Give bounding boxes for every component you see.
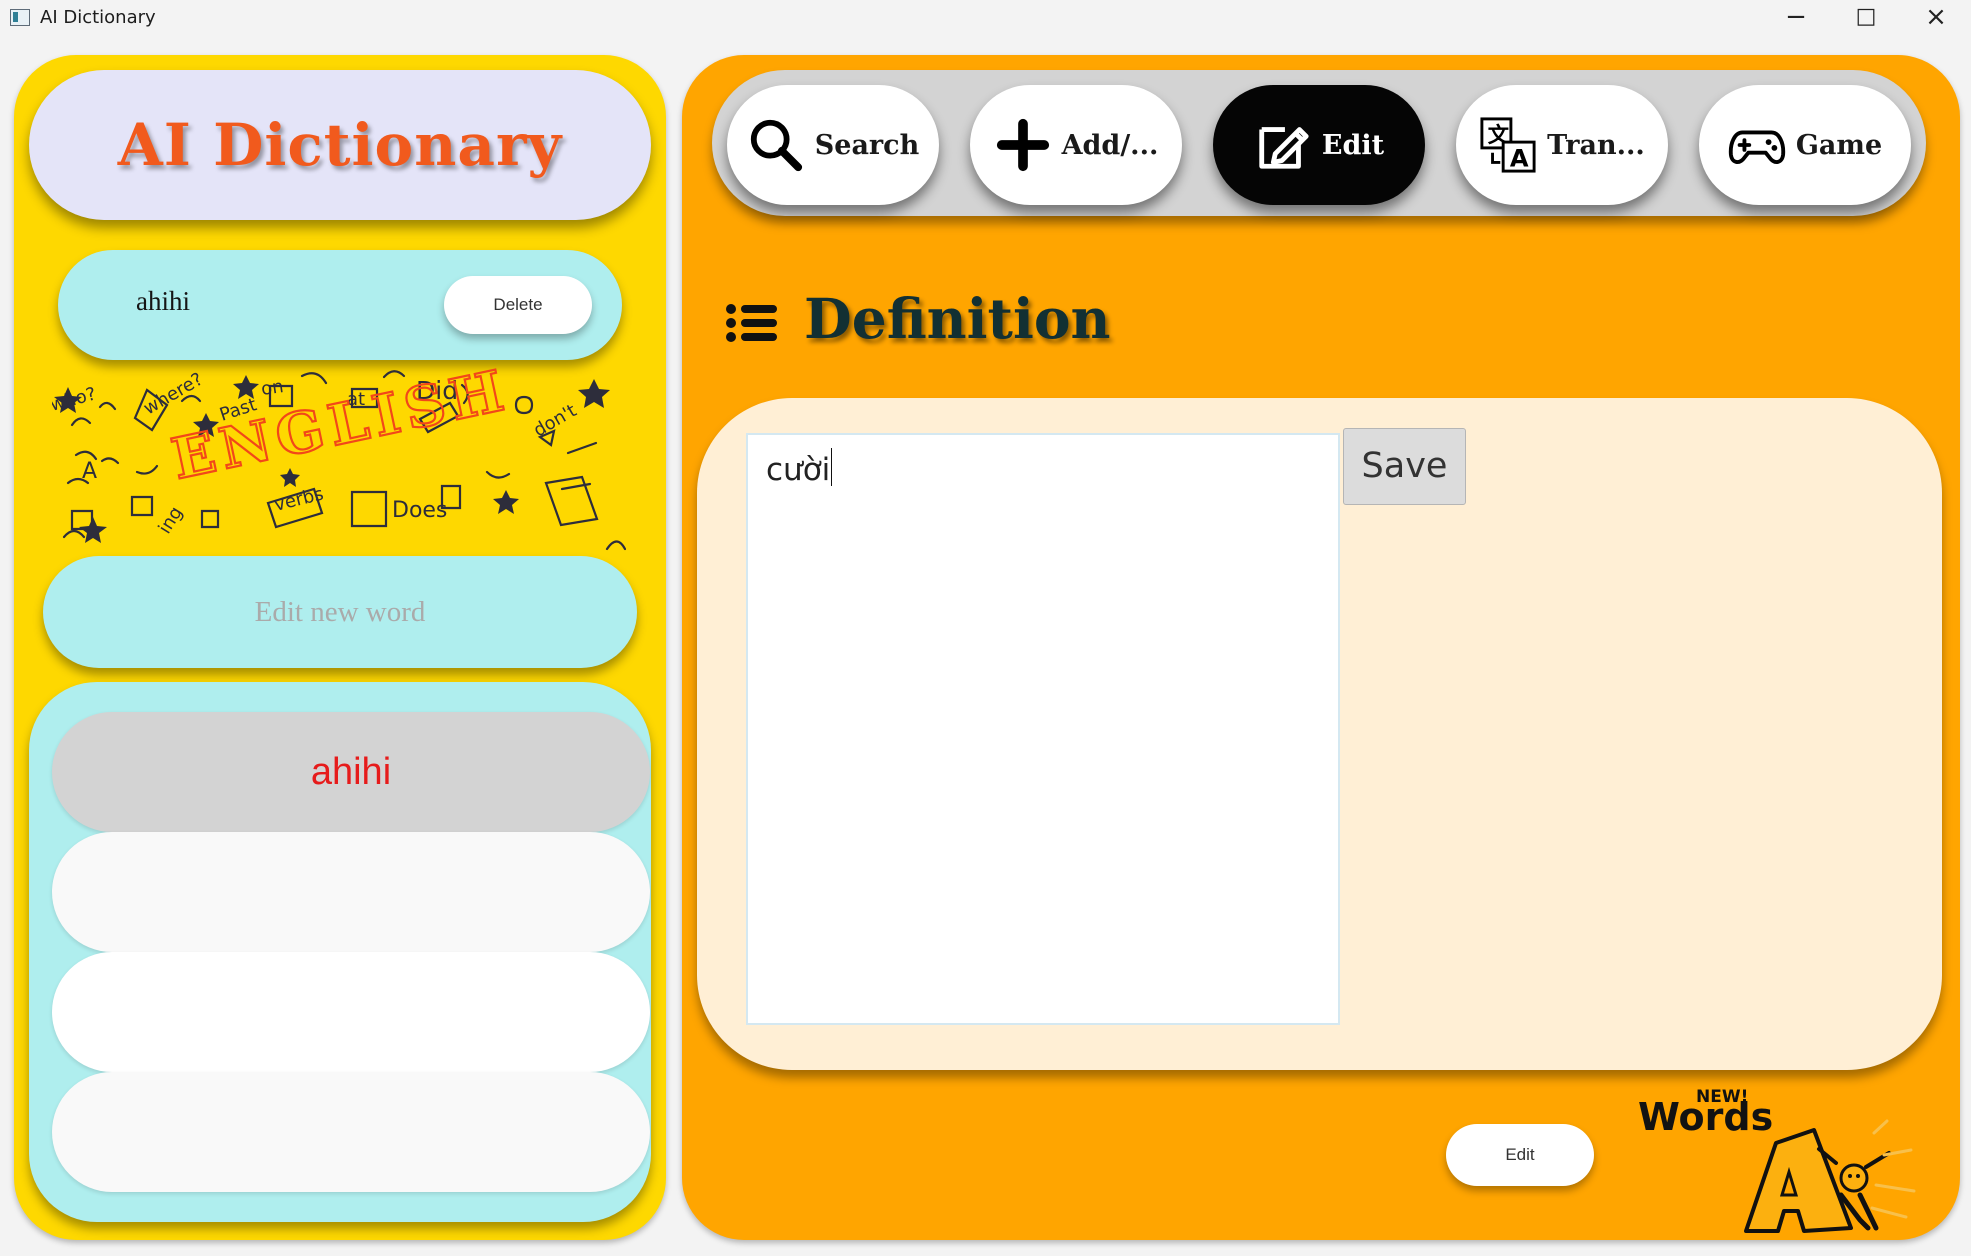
new-words-logo: NEW! Words	[1638, 1087, 1916, 1233]
current-word-label: ahihi	[136, 286, 190, 316]
definition-value: cười	[766, 452, 831, 488]
list-icon	[726, 304, 777, 342]
svg-text:A: A	[82, 459, 97, 484]
svg-text:on: on	[260, 376, 285, 400]
svg-text:where?: where?	[140, 369, 207, 420]
edit-button[interactable]: Edit	[1446, 1124, 1594, 1186]
tab-game[interactable]: Game	[1699, 85, 1911, 205]
tab-add[interactable]: Add/...	[970, 85, 1182, 205]
svg-text:Does: Does	[392, 498, 447, 523]
english-word-art: ENGLISH	[166, 367, 515, 493]
app-title: AI Dictionary	[29, 70, 651, 220]
maximize-icon[interactable]: □	[1831, 0, 1901, 36]
words-label: Words	[1638, 1095, 1773, 1139]
result-item-empty[interactable]	[52, 1072, 650, 1192]
current-word-pill: ahihi Delete	[58, 250, 622, 360]
tab-search[interactable]: Search	[727, 85, 939, 205]
plus-icon	[996, 118, 1049, 172]
window-titlebar: AI Dictionary − □ ×	[0, 0, 1971, 36]
gamepad-icon	[1728, 130, 1785, 164]
app-window-icon	[10, 9, 30, 26]
tab-translate[interactable]: 文A Tran...	[1456, 85, 1668, 205]
result-item-empty[interactable]	[52, 952, 650, 1072]
svg-text:don't: don't	[530, 400, 580, 441]
tab-game-label: Game	[1795, 129, 1883, 161]
save-button[interactable]: Save	[1343, 428, 1466, 505]
minimize-icon[interactable]: −	[1761, 0, 1831, 36]
tab-translate-label: Tran...	[1547, 129, 1645, 161]
svg-text:ing: ing	[154, 503, 187, 538]
translate-icon: 文A	[1480, 117, 1536, 173]
delete-button[interactable]: Delete	[444, 276, 592, 334]
result-item[interactable]: ahihi	[52, 712, 650, 832]
tab-edit[interactable]: Edit	[1213, 85, 1425, 205]
tab-add-label: Add/...	[1061, 129, 1159, 161]
english-doodle-illustration: who? where? Past on at Did don't verbs D…	[52, 367, 626, 551]
word-results-list: ahihi	[29, 682, 651, 1222]
text-cursor	[831, 448, 833, 486]
svg-text:A: A	[1510, 144, 1529, 172]
search-icon	[750, 119, 802, 172]
svg-text:verbs: verbs	[272, 483, 326, 515]
edit-icon	[1259, 127, 1309, 169]
window-title: AI Dictionary	[40, 7, 156, 28]
definition-textarea[interactable]: cười	[746, 433, 1340, 1025]
close-icon[interactable]: ×	[1901, 0, 1971, 36]
result-item-empty[interactable]	[52, 832, 650, 952]
definition-heading: Definition	[804, 286, 1111, 351]
edit-new-word-input[interactable]: Edit new word	[43, 556, 637, 668]
tab-edit-label: Edit	[1321, 129, 1385, 161]
tab-search-label: Search	[814, 129, 920, 161]
